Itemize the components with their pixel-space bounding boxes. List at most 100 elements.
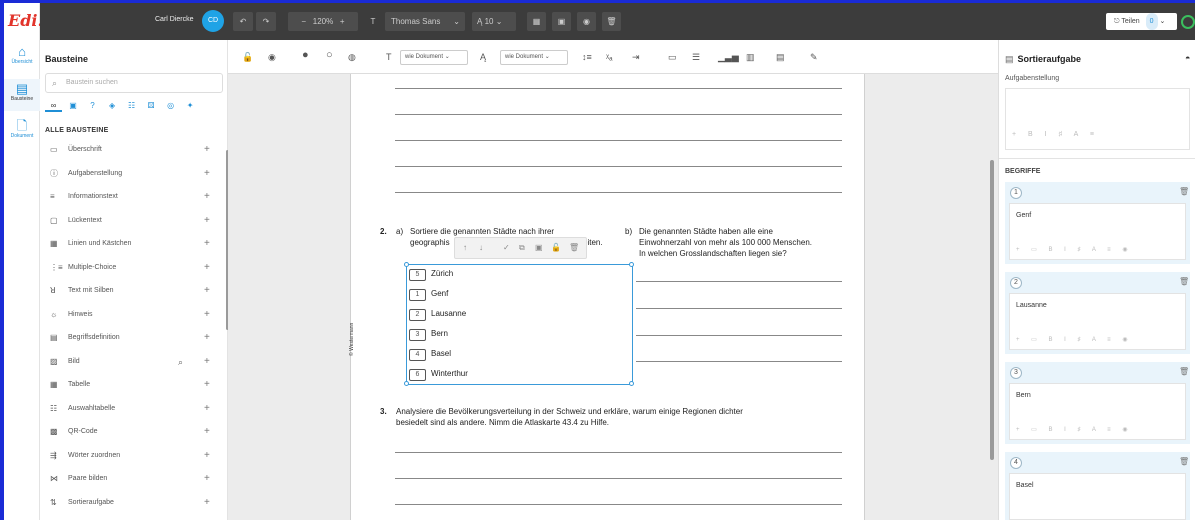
superscript-icon[interactable]: ᵡₐ: [606, 50, 612, 64]
sort-item[interactable]: 5 Zürich: [409, 267, 453, 281]
add-icon[interactable]: +: [204, 403, 210, 415]
add-icon[interactable]: +: [204, 497, 210, 509]
delete-icon[interactable]: 🗑: [602, 12, 621, 31]
lock-icon[interactable]: 🔓: [551, 243, 561, 252]
line-spacing-icon[interactable]: ↕≡: [582, 50, 592, 64]
term-input[interactable]: Bern + ▭ B I ♯ A ≡ ◉: [1009, 383, 1186, 440]
sort-item[interactable]: 2 Lausanne: [409, 307, 466, 321]
term-input[interactable]: Genf + ▭ B I ♯ A ≡ ◉: [1009, 203, 1186, 260]
resize-handle[interactable]: [404, 381, 409, 386]
add-icon[interactable]: +: [204, 238, 210, 250]
edit-icon[interactable]: ✎: [810, 50, 818, 64]
trash-icon[interactable]: 🗑: [1179, 457, 1189, 466]
sort-item[interactable]: 6 Winterthur: [409, 367, 468, 381]
indent-icon[interactable]: ⇥: [632, 50, 640, 64]
sort-item[interactable]: 4 Basel: [409, 347, 451, 361]
document-scrollbar[interactable]: [990, 160, 994, 460]
block-item-lines[interactable]: ▦ Linien und Kästchen +: [50, 238, 214, 262]
block-item-table[interactable]: ▦ Tabelle +: [50, 379, 214, 403]
add-icon[interactable]: +: [204, 191, 210, 203]
format-tools[interactable]: + B I ♯ A ≡: [1012, 131, 1099, 138]
size-style-select[interactable]: wie Dokument ⌄: [500, 50, 568, 65]
block-item-sort-task[interactable]: ⇅ Sortieraufgabe +: [50, 497, 214, 520]
font-size-select[interactable]: Ą 10 ⌄: [472, 12, 516, 31]
task-editor[interactable]: + B I ♯ A ≡: [1005, 88, 1190, 150]
rail-item-overview[interactable]: ⌂ Übersicht: [4, 45, 40, 73]
filter-puzzle-icon[interactable]: ⚄: [143, 101, 160, 110]
sort-item[interactable]: 3 Bern: [409, 327, 448, 341]
chart-icon[interactable]: ▁▃▅: [718, 50, 739, 64]
block-item-multiple-choice[interactable]: ⋮≡ Multiple-Choice +: [50, 262, 214, 286]
add-icon[interactable]: +: [204, 473, 210, 485]
block-item-pairs[interactable]: ⋈ Paare bilden +: [50, 473, 214, 497]
paragraph-style-select[interactable]: wie Dokument ⌄: [400, 50, 468, 65]
block-item-info-text[interactable]: ≡ Informationstext +: [50, 191, 214, 215]
add-icon[interactable]: +: [204, 215, 210, 227]
eye-icon[interactable]: ◉: [268, 50, 276, 64]
format-tools[interactable]: + ▭ B I ♯ A ≡ ◉: [1016, 426, 1133, 433]
transparency-icon[interactable]: ◍: [348, 50, 356, 64]
add-icon[interactable]: +: [204, 144, 210, 156]
delete-icon[interactable]: 🗑: [569, 243, 579, 252]
fill-color-icon[interactable]: ●: [302, 48, 309, 62]
move-up-icon[interactable]: ↑: [463, 243, 467, 252]
zoom-out-icon[interactable]: −: [301, 17, 306, 26]
copy-icon[interactable]: ⧉: [519, 243, 525, 253]
block-item-image[interactable]: ▨ Bild ⌕ +: [50, 356, 214, 380]
term-input[interactable]: Lausanne + ▭ B I ♯ A ≡ ◉: [1009, 293, 1186, 350]
format-tools[interactable]: + ▭ B I ♯ A ≡ ◉: [1016, 246, 1133, 253]
template-icon[interactable]: ▤: [776, 50, 785, 64]
add-icon[interactable]: +: [204, 309, 210, 321]
rail-item-document[interactable]: 🗋 Dokument: [4, 119, 40, 147]
trash-icon[interactable]: 🗑: [1179, 187, 1189, 196]
block-item-hint[interactable]: ☼ Hinweis +: [50, 309, 214, 333]
save-icon[interactable]: ▣: [535, 243, 543, 252]
trash-icon[interactable]: 🗑: [1179, 367, 1189, 376]
term-input[interactable]: Basel: [1009, 473, 1186, 520]
layout-icon[interactable]: ▦: [527, 12, 546, 31]
add-icon[interactable]: +: [204, 168, 210, 180]
block-item-selection-table[interactable]: ☷ Auswahltabelle +: [50, 403, 214, 427]
filter-media-icon[interactable]: ▣: [65, 101, 82, 110]
outline-color-icon[interactable]: ○: [326, 48, 333, 62]
zoom-control[interactable]: − 120% +: [288, 12, 358, 31]
block-item-heading[interactable]: ▭ Überschrift +: [50, 144, 214, 168]
undo-icon[interactable]: ↶: [233, 12, 253, 31]
sort-task-element[interactable]: 5 Zürich 1 Genf 2 Lausanne 3 Bern 4 Basel 6 Wi…: [404, 262, 634, 386]
zoom-in-icon[interactable]: +: [340, 17, 345, 26]
block-item-syllables[interactable]: ꓤ Text mit Silben +: [50, 285, 214, 309]
add-icon[interactable]: +: [204, 356, 210, 368]
trash-icon[interactable]: 🗑: [1179, 277, 1189, 286]
check-icon[interactable]: ✓: [503, 243, 510, 252]
block-item-qr-code[interactable]: ▩ QR-Code +: [50, 426, 214, 450]
rail-item-blocks[interactable]: ▤ Bausteine: [4, 79, 40, 111]
block-item-task[interactable]: ⓘ Aufgabenstellung +: [50, 168, 214, 192]
lines-icon[interactable]: ☰: [692, 50, 700, 64]
filter-all-icon[interactable]: ∞: [45, 101, 62, 112]
search-icon[interactable]: ⌕: [178, 356, 183, 368]
filter-target-icon[interactable]: ◎: [162, 101, 179, 110]
block-item-definition[interactable]: ▤ Begriffsdefinition +: [50, 332, 214, 356]
columns-icon[interactable]: ▥: [746, 50, 755, 64]
pin-icon[interactable]: ◓: [1185, 53, 1190, 63]
avatar[interactable]: CD: [202, 10, 224, 32]
filter-question-icon[interactable]: ?: [84, 101, 101, 110]
filter-tag-icon[interactable]: ◈: [104, 101, 121, 110]
add-icon[interactable]: +: [204, 379, 210, 391]
format-tools[interactable]: + ▭ B I ♯ A ≡ ◉: [1016, 336, 1133, 343]
add-icon[interactable]: +: [204, 450, 210, 462]
search-input[interactable]: ⌕ Baustein suchen: [45, 73, 223, 93]
add-icon[interactable]: +: [204, 285, 210, 297]
font-select[interactable]: Thomas Sans ⌄: [385, 12, 465, 31]
preview-icon[interactable]: ◉: [577, 12, 596, 31]
block-item-match-words[interactable]: ⇶ Wörter zuordnen +: [50, 450, 214, 474]
move-down-icon[interactable]: ↓: [479, 243, 483, 252]
add-icon[interactable]: +: [204, 262, 210, 274]
resize-handle[interactable]: [404, 262, 409, 267]
box-icon[interactable]: ▭: [668, 50, 677, 64]
resize-handle[interactable]: [629, 262, 634, 267]
resize-handle[interactable]: [629, 381, 634, 386]
filter-people-icon[interactable]: ☷: [123, 101, 140, 110]
add-icon[interactable]: +: [204, 426, 210, 438]
image-edit-icon[interactable]: ▣: [552, 12, 571, 31]
